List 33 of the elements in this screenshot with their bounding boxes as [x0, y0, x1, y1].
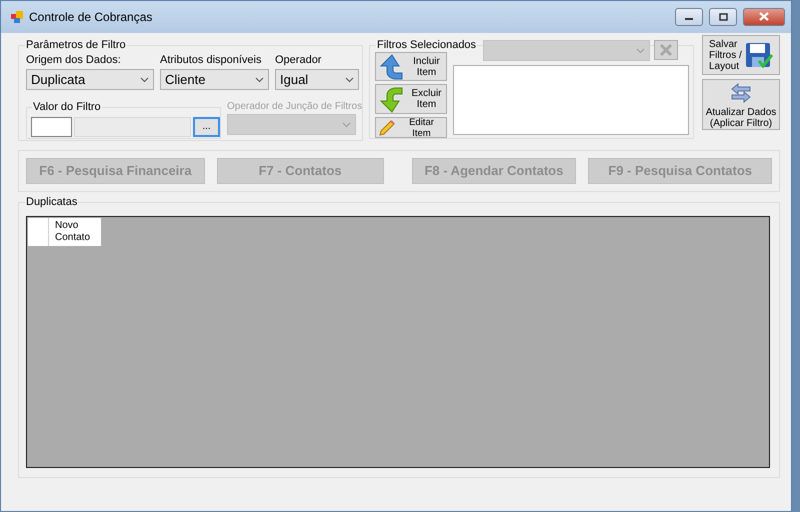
minimize-button[interactable] — [675, 8, 703, 26]
refresh-arrows-icon — [729, 80, 753, 104]
caret-icon — [345, 76, 354, 82]
data-grid[interactable]: Novo Contato — [26, 216, 770, 468]
row-header — [28, 218, 49, 246]
caret-icon — [342, 122, 351, 128]
field-label: Origem dos Dados: — [26, 54, 122, 67]
field-label: Operador de Junção de Filtros — [227, 100, 362, 113]
app-icon — [11, 11, 23, 23]
browse-button[interactable]: ... — [193, 117, 220, 137]
maximize-button[interactable] — [709, 8, 737, 26]
caret-icon — [636, 48, 645, 54]
window-title: Controle de Cobranças — [29, 9, 154, 26]
close-icon — [757, 12, 771, 22]
list-box[interactable] — [453, 65, 689, 135]
caret-icon — [255, 76, 264, 82]
column-header[interactable]: Novo Contato — [49, 218, 101, 246]
dropdown[interactable]: Cliente — [160, 69, 269, 90]
text-field[interactable] — [31, 117, 72, 137]
dropdown[interactable]: Duplicata — [26, 69, 154, 90]
refresh-button[interactable]: Atualizar Dados (Aplicar Filtro) — [702, 79, 780, 130]
group-title: Duplicatas — [25, 196, 78, 209]
close-button[interactable] — [743, 8, 785, 26]
dropdown[interactable]: Igual — [275, 69, 359, 90]
pencil-icon — [378, 118, 396, 136]
edit-item-button[interactable]: Editar Item — [375, 117, 447, 138]
exclude-item-button[interactable]: Excluir Item — [375, 84, 447, 114]
caret-icon — [140, 76, 149, 82]
save-filters-button[interactable]: Salvar Filtros / Layout — [702, 35, 780, 75]
include-item-button[interactable]: Incluir Item — [375, 52, 447, 81]
field-label: Atributos disponíveis — [160, 54, 262, 67]
close-icon — [659, 42, 673, 57]
field-label: Operador — [275, 54, 322, 67]
